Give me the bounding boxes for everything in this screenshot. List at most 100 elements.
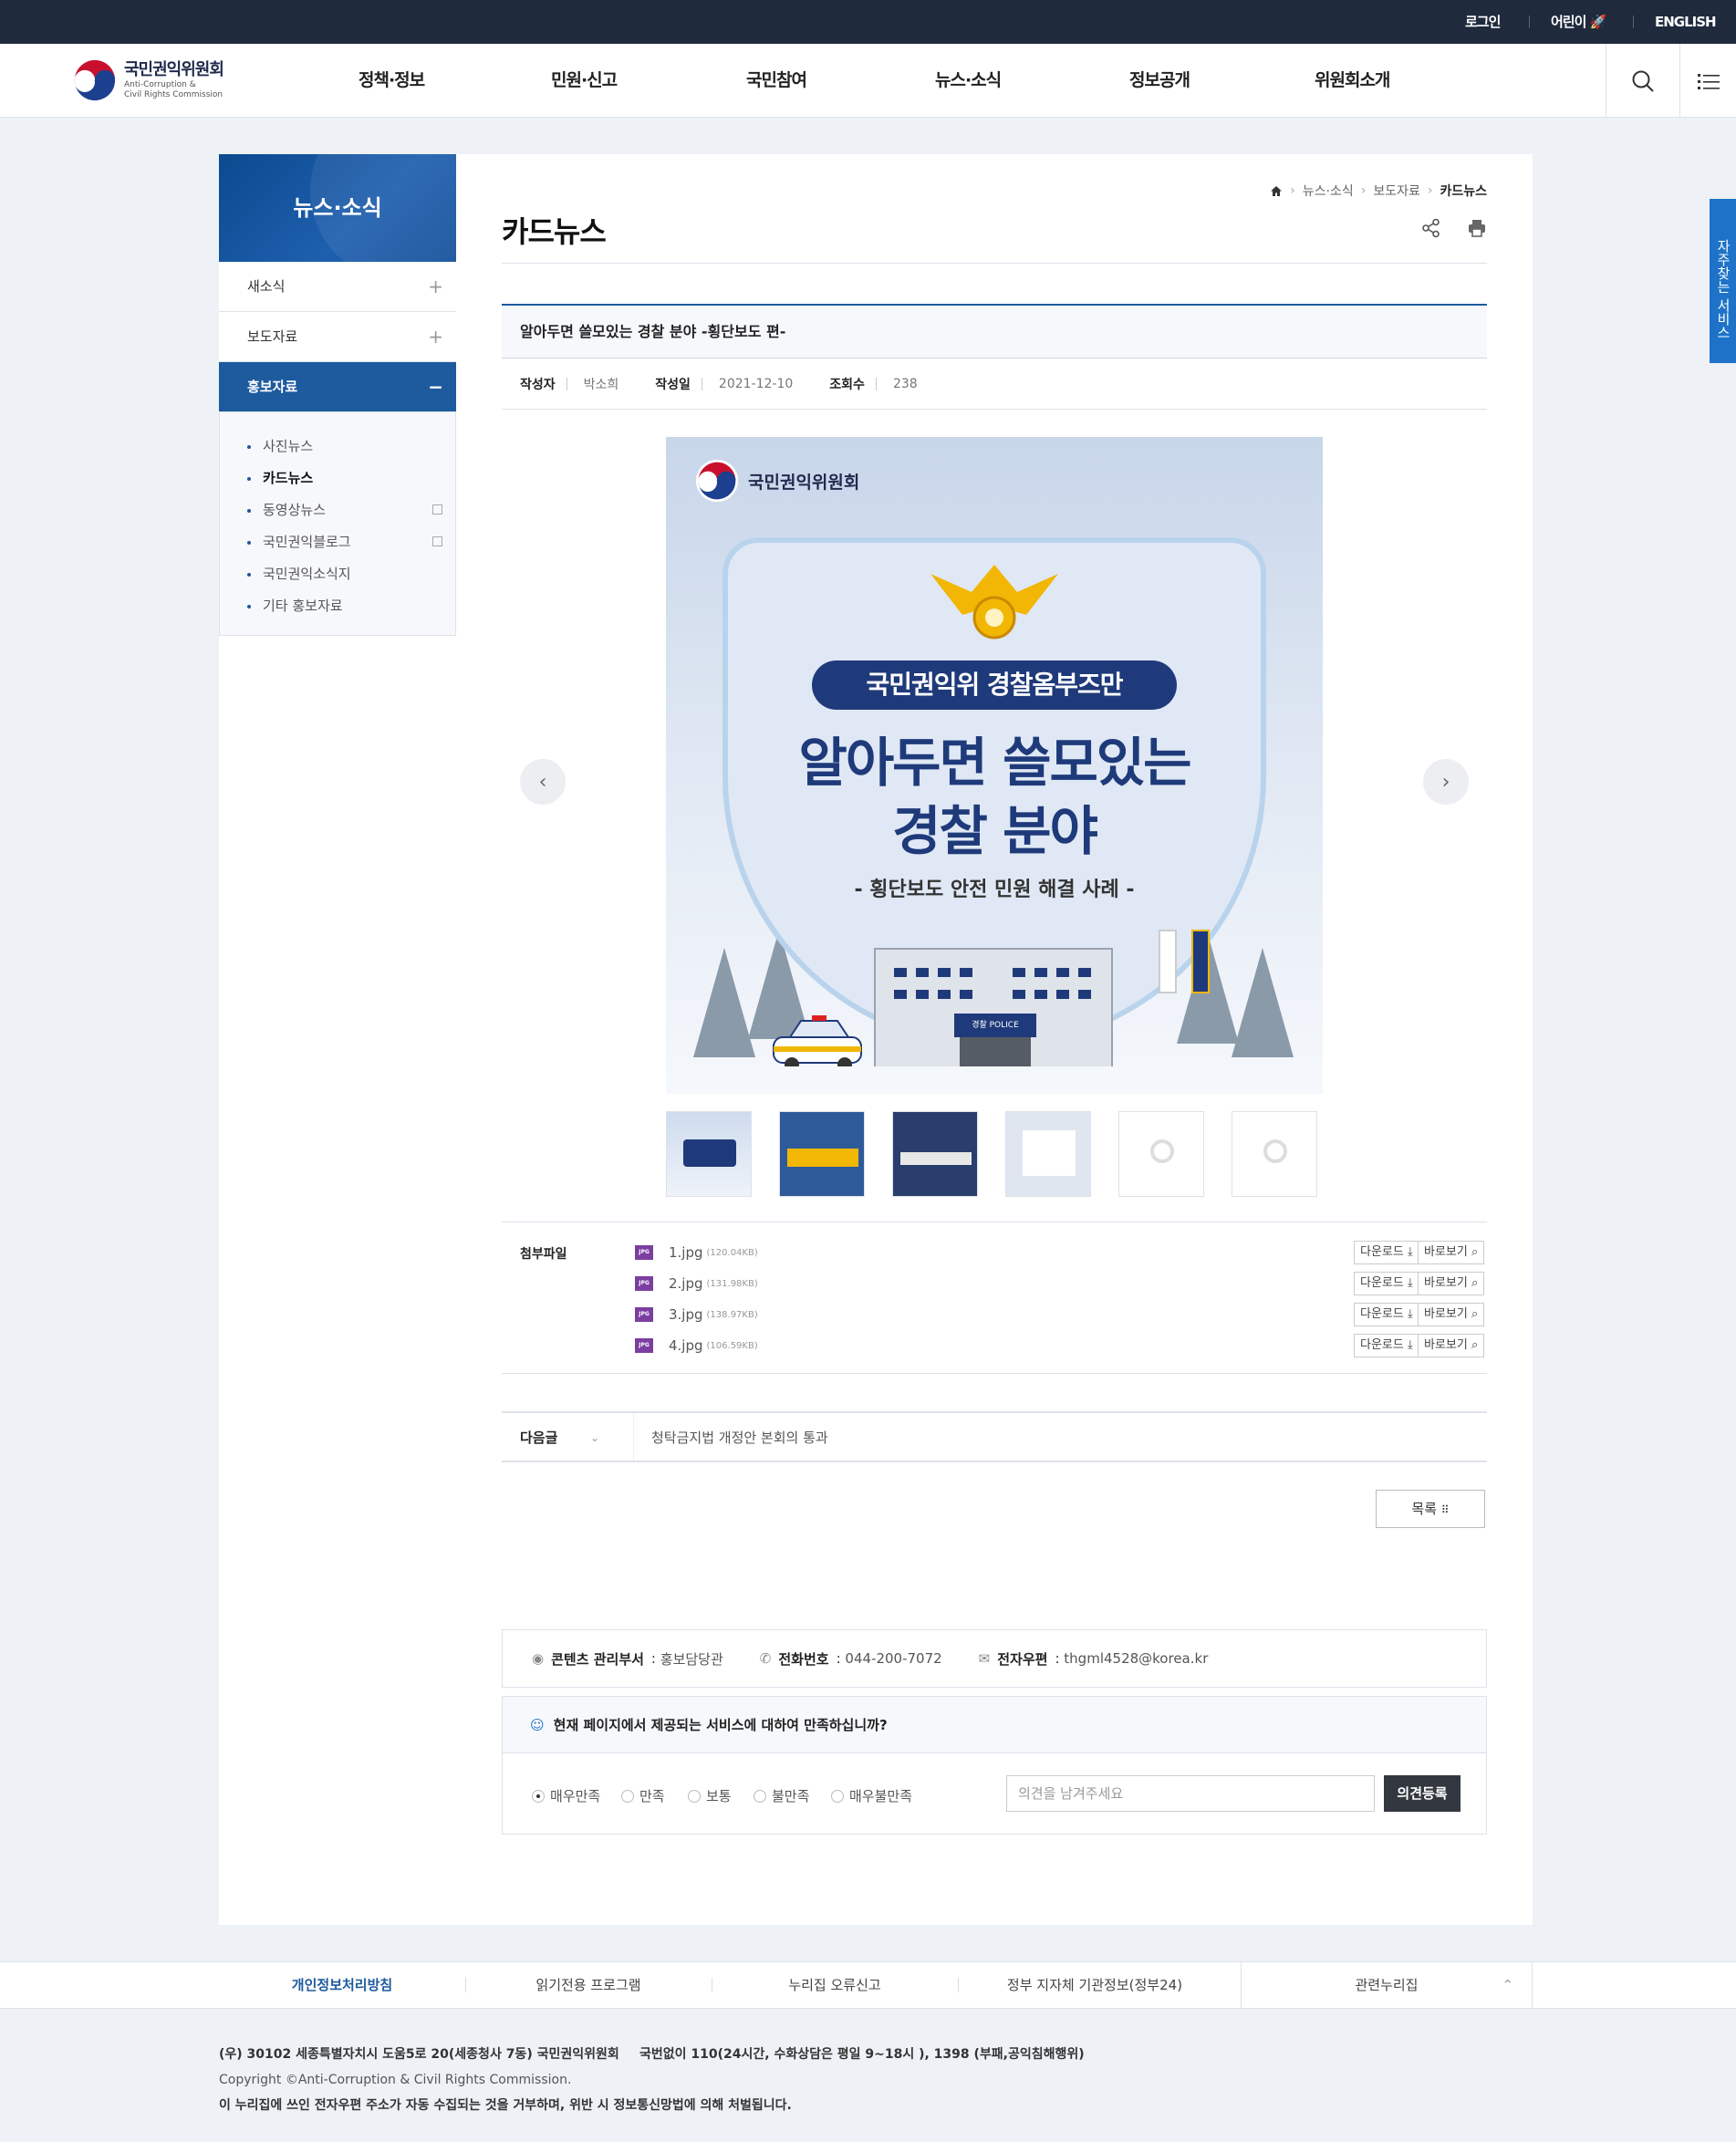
lnb-sub-newsletter[interactable]: 국민권익소식지 bbox=[220, 558, 455, 590]
download-label: 다운로드 bbox=[1360, 1307, 1404, 1321]
person-icon: ◉ bbox=[532, 1650, 545, 1667]
lnb-sub-blog[interactable]: 국민권익블로그 bbox=[220, 526, 455, 558]
preview-button[interactable]: 바로보기 ⌕ bbox=[1418, 1334, 1485, 1357]
plus-icon: + bbox=[428, 326, 443, 348]
kids-link[interactable]: 어린이 🚀 bbox=[1551, 0, 1606, 44]
utility-bar: 로그인 어린이 🚀 ENGLISH bbox=[0, 0, 1736, 73]
file-row: JPG 1.jpg (120.04KB) 다운로드 ⤓ 바로보기 ⌕ bbox=[635, 1237, 1485, 1268]
login-link[interactable]: 로그인 bbox=[1465, 0, 1501, 44]
radio-button[interactable] bbox=[688, 1789, 701, 1803]
lnb-item-label: 새소식 bbox=[247, 278, 286, 295]
card-headline-2: 경찰 분야 bbox=[892, 800, 1098, 862]
readonly-program-link[interactable]: 읽기전용 프로그램 bbox=[465, 1962, 712, 2008]
download-icon: ⤓ bbox=[1407, 1276, 1413, 1290]
content-manager-info: ◉ 콘텐츠 관리부서: 홍보담당관 ✆ 전화번호: 044-200-7072 ✉ 전자… bbox=[502, 1629, 1487, 1688]
error-report-link[interactable]: 누리집 오류신고 bbox=[712, 1962, 958, 2008]
breadcrumb-item[interactable]: 보도자료 bbox=[1373, 182, 1420, 200]
lnb-sub-video[interactable]: 동영상뉴스 bbox=[220, 494, 455, 526]
colon: : bbox=[836, 1650, 841, 1667]
thumbnail-3[interactable] bbox=[892, 1111, 978, 1197]
lnb-sub-etc[interactable]: 기타 홍보자료 bbox=[220, 590, 455, 622]
police-eagle-emblem-icon bbox=[930, 565, 1058, 639]
file-name[interactable]: 3.jpg bbox=[669, 1306, 703, 1323]
english-link[interactable]: ENGLISH bbox=[1655, 0, 1736, 73]
tree-illustration bbox=[693, 948, 755, 1057]
gov24-link[interactable]: 정부 지자체 기관정보(정부24) bbox=[958, 1962, 1232, 2008]
download-button[interactable]: 다운로드 ⤓ bbox=[1354, 1334, 1419, 1357]
lnb-sub-cardnews[interactable]: 카드뉴스 bbox=[220, 463, 455, 494]
menu-news[interactable]: 뉴스·소식 bbox=[935, 44, 1002, 118]
magnifier-icon: ⌕ bbox=[1471, 1276, 1479, 1290]
menu-civil[interactable]: 민원·신고 bbox=[551, 44, 618, 118]
radio-button[interactable] bbox=[621, 1789, 634, 1803]
menu-policy[interactable]: 정책·정보 bbox=[359, 44, 425, 118]
survey-question: 현재 페이지에서 제공되는 서비스에 대하여 만족하십니까? bbox=[553, 1717, 888, 1733]
breadcrumb-item[interactable]: 뉴스·소식 bbox=[1303, 182, 1354, 200]
file-name[interactable]: 2.jpg bbox=[669, 1275, 703, 1292]
radio-button[interactable] bbox=[831, 1789, 844, 1803]
share-icon[interactable] bbox=[1421, 218, 1441, 238]
attachments: 첨부파일 JPG 1.jpg (120.04KB) 다운로드 ⤓ 바로보기 ⌕ J… bbox=[502, 1222, 1487, 1374]
download-button[interactable]: 다운로드 ⤓ bbox=[1354, 1241, 1419, 1264]
search-button[interactable] bbox=[1606, 44, 1679, 118]
thumbnail-4[interactable] bbox=[1005, 1111, 1091, 1197]
lnb-item-label: 홍보자료 bbox=[247, 379, 298, 395]
download-button[interactable]: 다운로드 ⤓ bbox=[1354, 1272, 1419, 1295]
police-station-illustration: 경찰 POLICE bbox=[874, 948, 1113, 1076]
minus-icon: − bbox=[428, 376, 443, 398]
rating-dissatisfied[interactable]: 불만족 bbox=[754, 1786, 809, 1805]
next-post-link[interactable]: 청탁금지법 개정안 본회의 통과 bbox=[651, 1413, 828, 1462]
submit-opinion-button[interactable]: 의견등록 bbox=[1384, 1775, 1461, 1812]
radio-button[interactable] bbox=[754, 1789, 766, 1803]
home-icon[interactable] bbox=[1270, 185, 1283, 197]
dept-label: 콘텐츠 관리부서 bbox=[551, 1650, 644, 1668]
rating-very-dissatisfied[interactable]: 매우불만족 bbox=[831, 1786, 912, 1805]
all-menu-button[interactable] bbox=[1679, 44, 1736, 118]
download-button[interactable]: 다운로드 ⤓ bbox=[1354, 1303, 1419, 1326]
preview-button[interactable]: 바로보기 ⌕ bbox=[1418, 1272, 1485, 1295]
frequent-services-tab[interactable]: 자주찾는 서비스 bbox=[1710, 199, 1736, 363]
footer-info: (우) 30102 세종특별자치시 도움5로 20(세종청사 7동) 국민권익위… bbox=[219, 2042, 1085, 2118]
card-org-name: 국민권익위원회 bbox=[748, 472, 860, 493]
thumbnail-5[interactable] bbox=[1118, 1111, 1204, 1197]
post-meta: 작성자 박소희 작성일 2021-12-10 조회수 238 bbox=[502, 359, 1487, 410]
file-name[interactable]: 1.jpg bbox=[669, 1244, 703, 1261]
thumbnail-strip bbox=[666, 1111, 1317, 1197]
logo-text-ko: 국민권익위원회 bbox=[124, 60, 224, 79]
chevron-left-icon: ‹ bbox=[538, 770, 547, 794]
menu-participation[interactable]: 국민참여 bbox=[746, 44, 807, 118]
colon: : bbox=[1055, 1650, 1060, 1667]
card-news-image: 국민권익위원회 국민권익위 경찰옴부즈만 알아두면 쓸모있는 경찰 분야 - 횡… bbox=[666, 437, 1323, 1094]
prev-slide-button[interactable]: ‹ bbox=[520, 759, 566, 805]
site-logo[interactable]: 국민권익위원회 Anti-Corruption & Civil Rights Co… bbox=[71, 55, 235, 108]
attachments-label: 첨부파일 bbox=[520, 1247, 567, 1262]
rating-very-satisfied[interactable]: 매우만족 bbox=[532, 1786, 600, 1805]
preview-button[interactable]: 바로보기 ⌕ bbox=[1418, 1241, 1485, 1264]
lnb-sub-label: 동영상뉴스 bbox=[263, 502, 327, 518]
satisfaction-survey: ☺ 현재 페이지에서 제공되는 서비스에 대하여 만족하십니까? 매우만족 만족 … bbox=[502, 1696, 1487, 1835]
file-name[interactable]: 4.jpg bbox=[669, 1337, 703, 1354]
next-slide-button[interactable]: › bbox=[1423, 759, 1469, 805]
thumbnail-2[interactable] bbox=[779, 1111, 865, 1197]
related-sites-select[interactable]: 관련누리집 ⌃ bbox=[1241, 1962, 1533, 2008]
rating-neutral[interactable]: 보통 bbox=[688, 1786, 732, 1805]
magnifier-icon: ⌕ bbox=[1471, 1338, 1479, 1352]
preview-label: 바로보기 bbox=[1424, 1338, 1468, 1352]
preview-button[interactable]: 바로보기 ⌕ bbox=[1418, 1303, 1485, 1326]
dept-value: 홍보담당관 bbox=[660, 1650, 723, 1668]
thumbnail-6[interactable] bbox=[1232, 1111, 1317, 1197]
privacy-policy-link[interactable]: 개인정보처리방침 bbox=[219, 1962, 465, 2008]
radio-button[interactable] bbox=[532, 1789, 545, 1803]
menu-disclosure[interactable]: 정보공개 bbox=[1129, 44, 1190, 118]
rating-satisfied[interactable]: 만족 bbox=[621, 1786, 665, 1805]
list-button[interactable]: 목록 ⠿ bbox=[1376, 1490, 1485, 1528]
lnb-sub-photo[interactable]: 사진뉴스 bbox=[220, 431, 455, 463]
survey-question-row: ☺ 현재 페이지에서 제공되는 서비스에 대하여 만족하십니까? bbox=[503, 1697, 1486, 1753]
lnb-item-news[interactable]: 새소식 + bbox=[219, 262, 456, 312]
opinion-input[interactable]: 의견을 남겨주세요 bbox=[1006, 1775, 1375, 1812]
menu-about[interactable]: 위원회소개 bbox=[1315, 44, 1390, 118]
print-icon[interactable] bbox=[1467, 218, 1487, 238]
lnb-item-promo[interactable]: 홍보자료 − bbox=[219, 362, 456, 412]
thumbnail-1[interactable] bbox=[666, 1111, 752, 1197]
lnb-item-press[interactable]: 보도자료 + bbox=[219, 312, 456, 362]
